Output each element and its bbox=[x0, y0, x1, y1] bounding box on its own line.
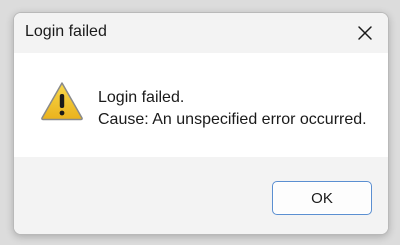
close-icon bbox=[358, 26, 372, 40]
dialog-content: Login failed. Cause: An unspecified erro… bbox=[14, 53, 388, 157]
close-button[interactable] bbox=[350, 19, 380, 47]
message-line-1: Login failed. bbox=[98, 89, 185, 106]
warning-icon bbox=[41, 82, 83, 121]
dialog-titlebar: Login failed bbox=[14, 13, 388, 53]
error-message: Login failed. Cause: An unspecified erro… bbox=[98, 87, 367, 131]
login-failed-dialog: Login failed Login failed. Cause: An uns… bbox=[13, 12, 389, 235]
dialog-title: Login failed bbox=[25, 23, 107, 40]
ok-button[interactable]: OK bbox=[272, 181, 372, 215]
message-line-2: Cause: An unspecified error occurred. bbox=[98, 111, 367, 128]
dialog-footer: OK bbox=[14, 157, 388, 234]
